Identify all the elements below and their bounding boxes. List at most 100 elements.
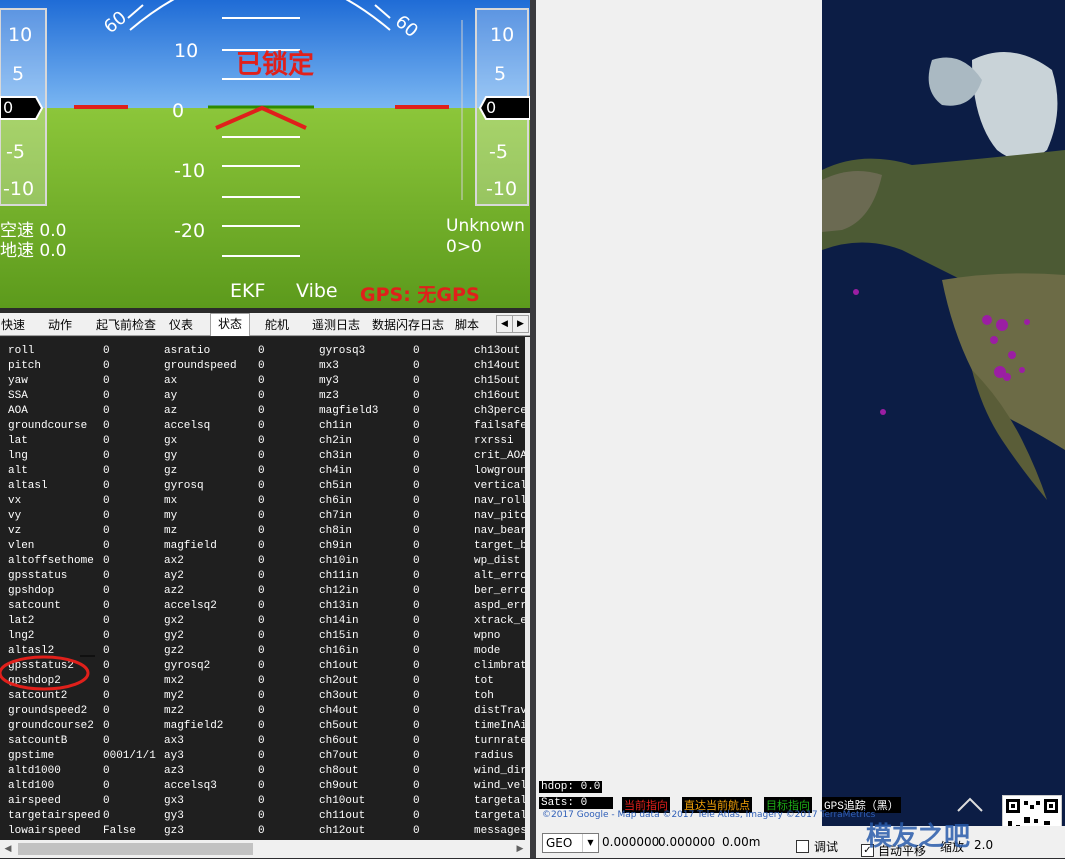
status-field-name[interactable]: gy [164,450,177,462]
status-field-name[interactable]: ch5in [319,480,352,492]
scroll-left-icon[interactable]: ◀ [0,840,16,858]
status-field-name[interactable]: crit_AOA [474,450,525,462]
status-field-name[interactable]: ch2in [319,435,352,447]
status-field-name[interactable]: groundcourse2 [8,720,94,732]
status-field-name[interactable]: accelsq [164,420,210,432]
status-field-name[interactable]: satcount [8,600,61,612]
status-field-name[interactable]: my2 [164,690,184,702]
status-field-name[interactable]: target_be [474,540,525,552]
status-field-name[interactable]: gx [164,435,177,447]
status-field-name[interactable]: timeInAir [474,720,525,732]
status-field-name[interactable]: az [164,405,177,417]
status-field-name[interactable]: mz [164,525,177,537]
status-field-name[interactable]: mz2 [164,705,184,717]
status-field-name[interactable]: gyrosq [164,480,204,492]
status-field-name[interactable]: ch12out [319,825,365,837]
status-field-name[interactable]: mz3 [319,390,339,402]
status-field-name[interactable]: ay2 [164,570,184,582]
satellite-map[interactable] [822,0,1065,858]
status-field-name[interactable]: SSA [8,390,28,402]
status-field-name[interactable]: nav_pitch [474,510,525,522]
status-field-name[interactable]: gx2 [164,615,184,627]
tab-dataflash-logs[interactable]: 数据闪存日志 [372,315,444,334]
status-field-name[interactable]: vlen [8,540,34,552]
status-field-name[interactable]: wind_dir [474,765,525,777]
status-field-name[interactable]: ch5out [319,720,359,732]
status-field-name[interactable]: yaw [8,375,28,387]
status-field-name[interactable]: ch4in [319,465,352,477]
status-field-name[interactable]: ch14out [474,360,520,372]
status-field-name[interactable]: alt_error [474,570,525,582]
tab-preflight[interactable]: 起飞前检查 [96,315,156,334]
status-field-name[interactable]: ch7in [319,510,352,522]
status-field-name[interactable]: radius [474,750,514,762]
status-field-name[interactable]: tot [474,675,494,687]
status-field-name[interactable]: ay3 [164,750,184,762]
status-field-name[interactable]: gyrosq3 [319,345,365,357]
status-field-name[interactable]: ch15in [319,630,359,642]
status-field-name[interactable]: vz [8,525,21,537]
status-field-name[interactable]: distTrave [474,705,525,717]
status-field-name[interactable]: ch1in [319,420,352,432]
status-field-name[interactable]: groundcourse [8,420,87,432]
status-field-name[interactable]: az3 [164,765,184,777]
status-field-name[interactable]: mx [164,495,177,507]
status-field-name[interactable]: mode [474,645,500,657]
status-field-name[interactable]: my [164,510,177,522]
tab-telemetry-logs[interactable]: 遥测日志 [312,315,360,334]
status-field-name[interactable]: ax2 [164,555,184,567]
status-field-name[interactable]: verticals [474,480,525,492]
status-field-name[interactable]: ch16in [319,645,359,657]
status-field-name[interactable]: az2 [164,585,184,597]
status-field-name[interactable]: ch4out [319,705,359,717]
status-field-name[interactable]: gz2 [164,645,184,657]
status-field-name[interactable]: messages [474,825,525,837]
status-field-name[interactable]: magfield [164,540,217,552]
status-field-name[interactable]: gy2 [164,630,184,642]
status-field-name[interactable]: pitch [8,360,41,372]
status-field-name[interactable]: aspd_erro [474,600,525,612]
status-field-name[interactable]: ax [164,375,177,387]
status-field-name[interactable]: lat2 [8,615,34,627]
scroll-thumb[interactable] [18,843,253,855]
status-field-name[interactable]: ch11out [319,810,365,822]
status-field-name[interactable]: magfield2 [164,720,223,732]
status-field-name[interactable]: ch7out [319,750,359,762]
status-field-name[interactable]: altd100 [8,780,54,792]
chevron-down-icon[interactable]: ▼ [582,834,598,852]
status-field-name[interactable]: altasl [8,480,48,492]
status-field-name[interactable]: failsafe [474,420,525,432]
status-field-name[interactable]: ch3in [319,450,352,462]
status-field-name[interactable]: toh [474,690,494,702]
status-field-name[interactable]: ch2out [319,675,359,687]
status-field-name[interactable]: xtrack_er [474,615,525,627]
zoom-value[interactable]: 2.0 [974,838,993,852]
status-field-name[interactable]: groundspeed2 [8,705,87,717]
status-field-name[interactable]: rxrssi [474,435,514,447]
status-field-name[interactable]: ch10out [319,795,365,807]
status-field-name[interactable]: groundspeed [164,360,237,372]
status-field-name[interactable]: my3 [319,375,339,387]
grid-vertical-scrollbar[interactable] [525,337,530,840]
status-field-name[interactable]: ch13out [474,345,520,357]
status-field-name[interactable]: lng2 [8,630,34,642]
status-field-name[interactable]: gx3 [164,795,184,807]
status-field-name[interactable]: alt [8,465,28,477]
status-field-name[interactable]: ax3 [164,735,184,747]
tab-scroll-left-icon[interactable]: ◀ [496,315,513,333]
status-field-name[interactable]: ch8out [319,765,359,777]
status-field-name[interactable]: altd1000 [8,765,61,777]
gps-indicator[interactable]: GPS: 无GPS [360,280,480,307]
status-field-name[interactable]: ch13in [319,600,359,612]
status-field-name[interactable]: climbrate [474,660,525,672]
status-field-name[interactable]: gz [164,465,177,477]
tab-scroll-right-icon[interactable]: ▶ [512,315,529,333]
tab-scripts[interactable]: 脚本 [455,315,479,334]
status-field-name[interactable]: targetairspeed [8,810,100,822]
tab-actions[interactable]: 动作 [48,315,72,334]
status-field-name[interactable]: AOA [8,405,28,417]
status-field-name[interactable]: wind_vel [474,780,525,792]
vibe-indicator[interactable]: Vibe [296,280,338,302]
status-field-name[interactable]: lat [8,435,28,447]
status-field-name[interactable]: ch16out [474,390,520,402]
